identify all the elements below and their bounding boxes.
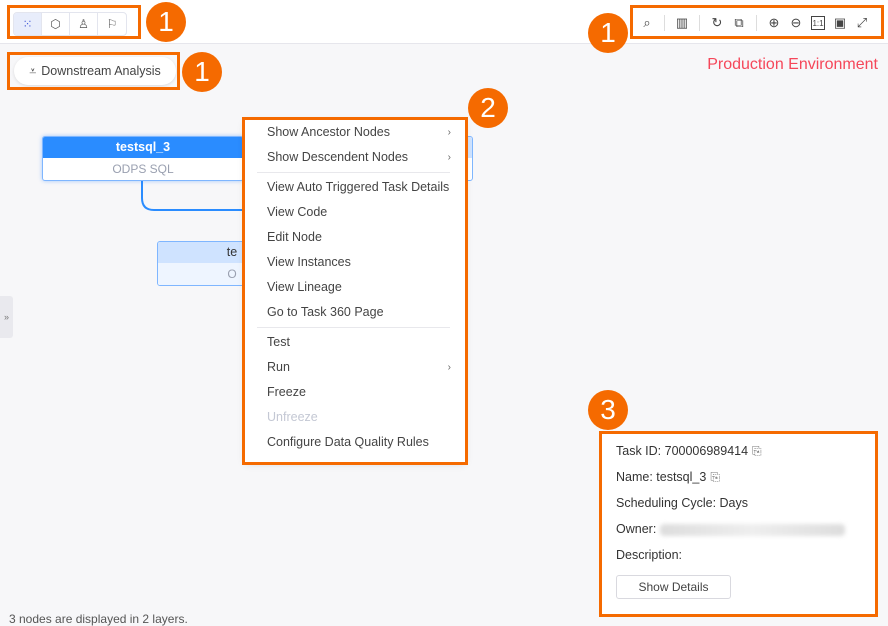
annotation-box: [7, 52, 180, 90]
node-name: testsql_3: [43, 137, 243, 158]
annotation-badge: 1: [146, 2, 186, 42]
annotation-badge: 3: [588, 390, 628, 430]
annotation-badge: 1: [182, 52, 222, 92]
annotation-badge: 1: [588, 13, 628, 53]
annotation-box: [7, 5, 141, 39]
annotation-badge: 2: [468, 88, 508, 128]
edge: [141, 180, 250, 211]
expand-sidebar-handle[interactable]: »: [0, 296, 13, 338]
status-text: 3 nodes are displayed in 2 layers.: [9, 612, 188, 626]
annotation-box: [242, 117, 468, 465]
node-type: ODPS SQL: [112, 162, 174, 176]
annotation-box: [599, 431, 878, 617]
annotation-box: [630, 5, 884, 39]
node-testsql-3[interactable]: testsql_3 ODPS SQL: [42, 136, 244, 181]
